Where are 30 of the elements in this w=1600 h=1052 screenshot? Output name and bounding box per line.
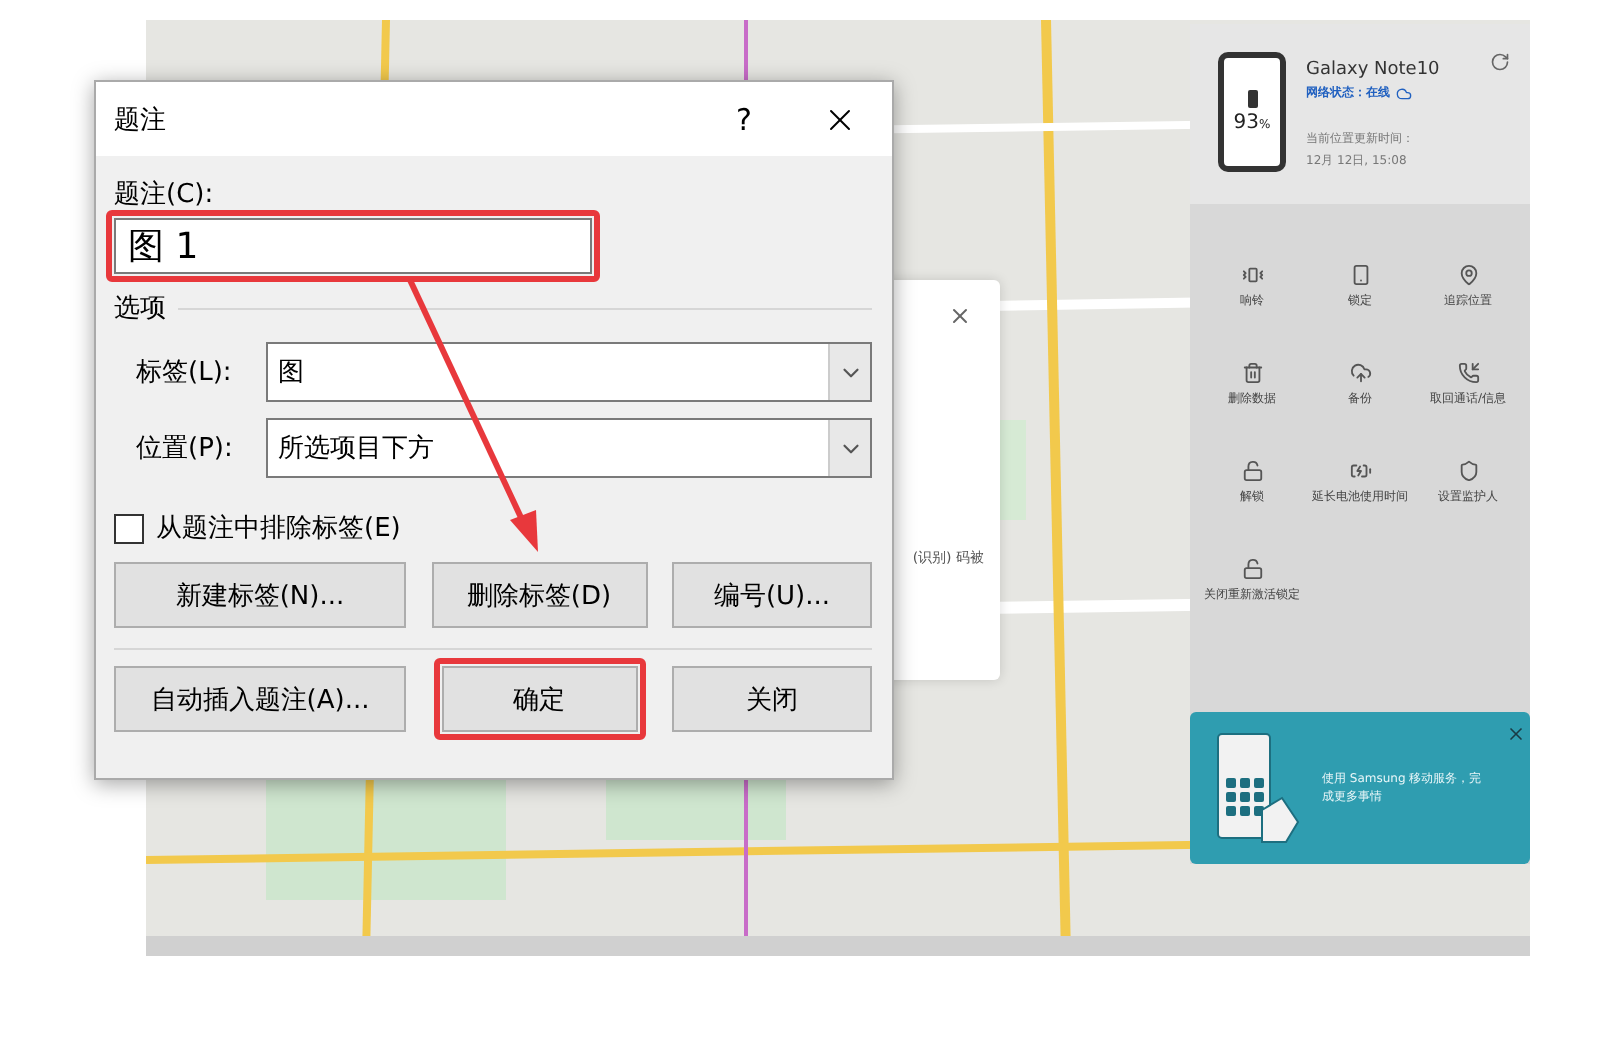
dialog-button[interactable]: 删除标签(D): [431, 562, 647, 628]
field-label: 标签(L):: [136, 356, 234, 390]
checkbox-label[interactable]: 从题注中排除标签(E): [156, 510, 401, 546]
refresh-icon[interactable]: [1490, 52, 1510, 72]
action-icon[interactable]: [1241, 362, 1263, 384]
action-icon[interactable]: [1349, 460, 1371, 482]
action-icon[interactable]: [1241, 460, 1263, 482]
dialog-button[interactable]: 新建标签(N)...: [114, 562, 406, 628]
action-icon[interactable]: [1349, 362, 1371, 384]
dialog-button[interactable]: 编号(U)...: [672, 562, 872, 628]
dialog-button[interactable]: 关闭: [672, 666, 872, 732]
dropdown-field[interactable]: 所选项目下方: [265, 418, 872, 478]
field-label: 题注(C):: [114, 178, 216, 212]
dialog-title: 题注: [114, 103, 168, 137]
action-icon[interactable]: [1457, 460, 1479, 482]
caption-field[interactable]: 图 1: [114, 218, 592, 274]
device-name: Galaxy Note10: [1306, 60, 1440, 80]
field-label: 位置(P):: [136, 432, 235, 466]
help-button[interactable]: ?: [704, 89, 784, 149]
dropdown-field[interactable]: 图: [265, 342, 872, 402]
action-icon[interactable]: [1349, 264, 1371, 286]
checkbox[interactable]: [114, 513, 144, 543]
action-icon[interactable]: [1241, 264, 1263, 286]
section-heading: 选项: [114, 292, 166, 326]
dialog-button[interactable]: 确定: [441, 666, 637, 732]
action-icon[interactable]: [1457, 362, 1479, 384]
action-icon[interactable]: [1241, 558, 1263, 580]
action-icon[interactable]: [1457, 264, 1479, 286]
dialog-button[interactable]: 自动插入题注(A)...: [114, 666, 406, 732]
cloud-icon: [1396, 85, 1412, 101]
